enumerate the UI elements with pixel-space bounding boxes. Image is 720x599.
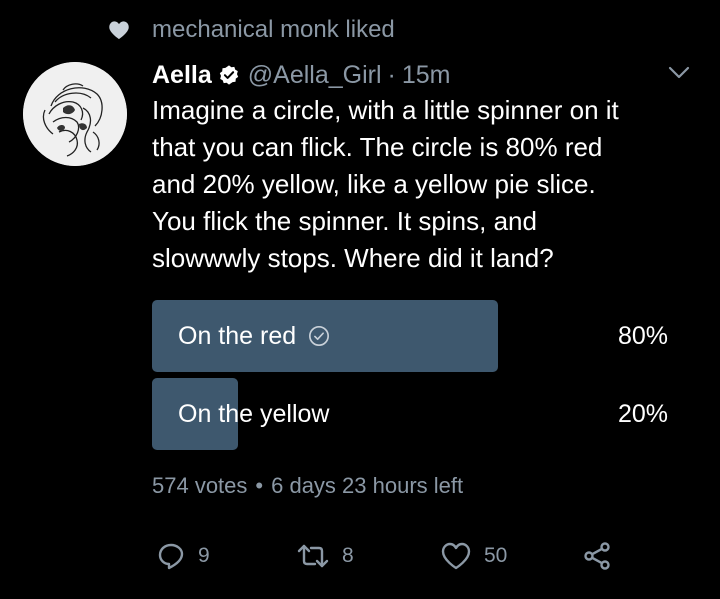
poll-option-percent: 20%	[617, 399, 668, 428]
retweet-icon	[297, 544, 329, 568]
avatar-image	[23, 62, 127, 166]
like-button[interactable]: 50	[440, 536, 507, 576]
share-button[interactable]	[582, 536, 624, 576]
social-context: mechanical monk liked	[108, 14, 395, 46]
heart-icon	[109, 21, 129, 40]
reply-button[interactable]: 9	[156, 536, 210, 576]
poll-option-label-wrap: On the red	[178, 300, 330, 372]
reply-count: 9	[198, 544, 210, 567]
tweet-text-line: and 20% yellow, like a yellow pie slice.	[152, 169, 596, 199]
poll-time-left: 6 days 23 hours left	[271, 473, 464, 498]
poll-meta-separator: •	[255, 473, 264, 498]
poll-option-red[interactable]: On the red 80%	[152, 300, 692, 372]
author-name[interactable]: Aella	[152, 61, 212, 90]
retweet-button[interactable]: 8	[296, 536, 354, 576]
header-separator: ·	[387, 60, 396, 89]
like-icon	[441, 542, 471, 570]
poll-option-yellow[interactable]: On the yellow 20%	[152, 378, 692, 450]
tweet-timestamp[interactable]: 15m	[402, 61, 451, 90]
tweet-text-line: slowwwly stops. Where did it land?	[152, 243, 554, 273]
poll-option-percent: 80%	[617, 321, 668, 350]
retweet-count: 8	[342, 544, 354, 567]
tweet-header: Aella @Aella_Girl · 15m	[152, 58, 451, 92]
poll-option-label-wrap: On the yellow	[178, 378, 329, 450]
poll-vote-count: 574 votes	[152, 473, 248, 498]
poll-option-label: On the yellow	[178, 399, 330, 428]
tweet-text-line: You flick the spinner. It spins, and	[152, 206, 537, 236]
like-count: 50	[484, 544, 508, 567]
verified-badge-icon	[219, 65, 238, 85]
chevron-down-icon[interactable]	[668, 66, 690, 80]
tweet-text: Imagine a circle, with a little spinner …	[152, 92, 702, 277]
tweet-text-line: Imagine a circle, with a little spinner …	[152, 95, 619, 125]
tweet-actions: 9 8 50	[156, 536, 626, 576]
liked-by-text[interactable]: mechanical monk liked	[152, 16, 395, 44]
poll-meta: 574 votes • 6 days 23 hours left	[152, 470, 463, 502]
poll-option-label: On the red	[178, 321, 297, 350]
avatar[interactable]	[23, 62, 127, 166]
author-handle[interactable]: @Aella_Girl	[248, 61, 382, 90]
selected-check-icon	[309, 326, 330, 346]
share-icon	[584, 542, 610, 570]
tweet-text-line: that you can flick. The circle is 80% re…	[152, 132, 603, 162]
reply-icon	[158, 543, 184, 570]
